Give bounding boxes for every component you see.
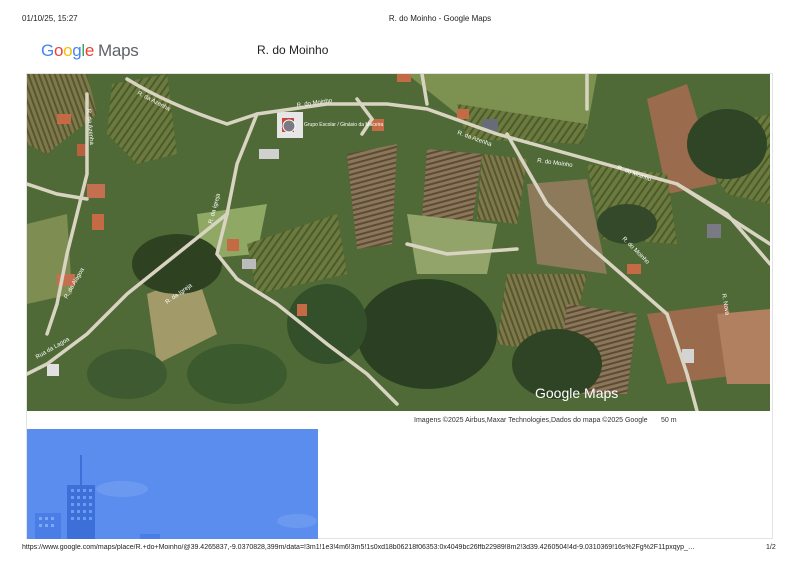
street-view-illustration — [27, 429, 318, 539]
google-logo-letter: G — [41, 41, 54, 60]
school-pin-icon[interactable] — [282, 119, 296, 133]
google-maps-logo[interactable]: Google Maps — [41, 41, 139, 61]
satellite-map[interactable]: R. da Azenha R. do Moinho R. do Moinho R… — [27, 74, 770, 411]
print-document-title: R. do Moinho - Google Maps — [388, 14, 492, 23]
google-logo-letter: o — [63, 41, 73, 60]
map-attribution: Imagens ©2025 Airbus,Maxar Technologies,… — [414, 417, 648, 424]
place-title: R. do Moinho — [257, 43, 329, 57]
page-number: 1/2 — [766, 544, 776, 551]
scale-label: 50 m — [661, 417, 677, 424]
poi-label: Grupo Escolar / Ginásio da Maceira — [304, 122, 383, 128]
google-maps-watermark: Google Maps — [535, 385, 618, 401]
google-logo-letter: e — [84, 41, 95, 60]
google-logo-letter: o — [53, 41, 64, 60]
google-logo-text: Google — [41, 41, 94, 60]
print-footer-url: https://www.google.com/maps/place/R.+do+… — [22, 544, 695, 551]
maps-logo-text: Maps — [98, 41, 139, 60]
street-view-thumbnail[interactable] — [27, 429, 318, 539]
satellite-imagery: R. da Azenha R. do Moinho R. do Moinho R… — [27, 74, 770, 411]
